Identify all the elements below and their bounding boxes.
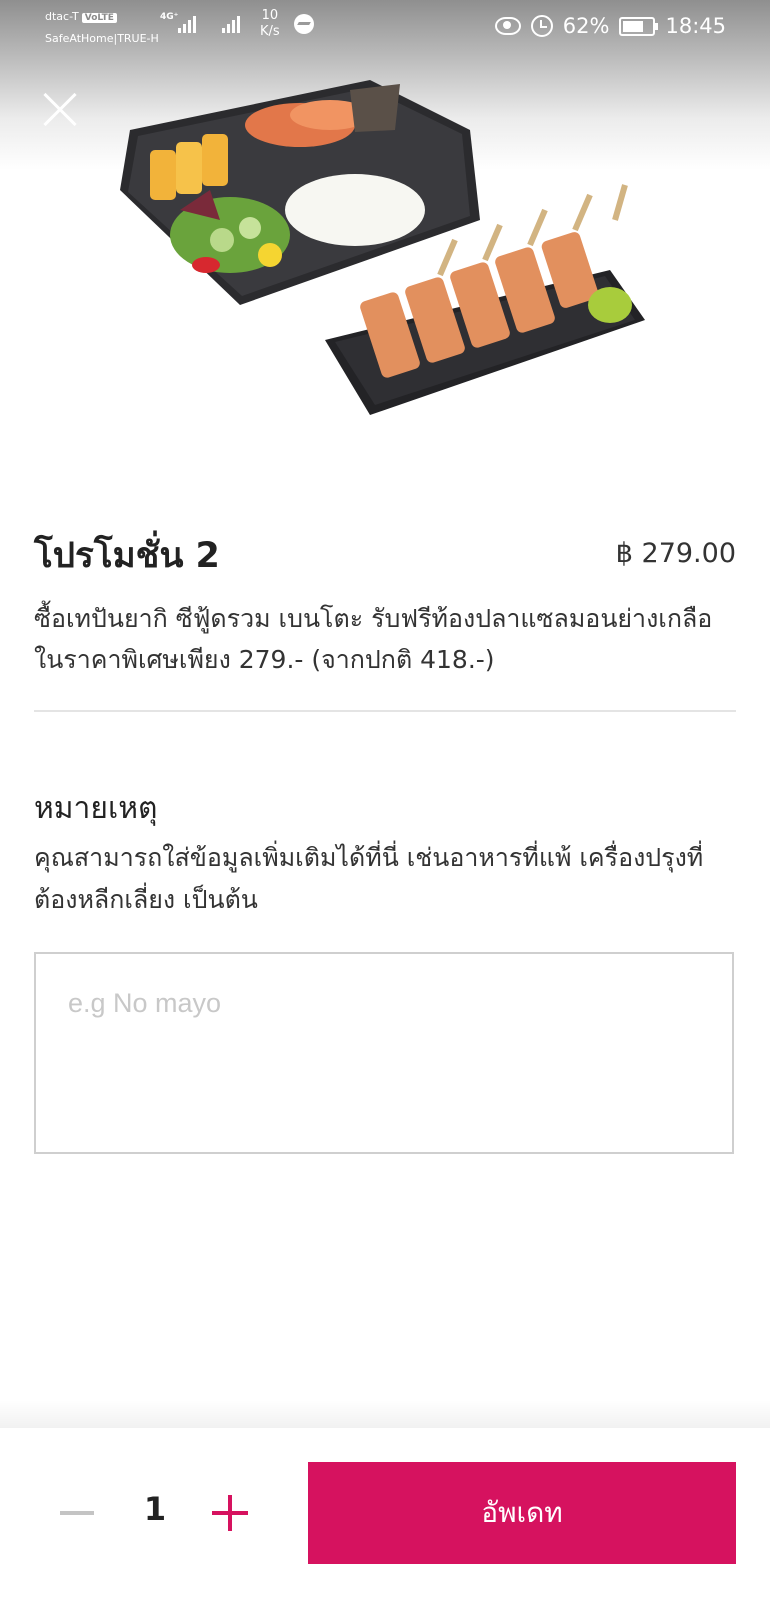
product-description: ซื้อเทปันยากิ ซีฟู้ดรวม เบนโตะ รับฟรีท้อ… — [34, 604, 713, 674]
sub-carrier-label: SafeAtHome|TRUE-H — [45, 32, 159, 45]
divider — [34, 710, 736, 712]
note-field-wrap — [34, 952, 734, 1154]
product-image — [120, 80, 645, 415]
messenger-icon — [294, 14, 314, 34]
decrease-quantity-button[interactable] — [60, 1511, 94, 1515]
alarm-icon — [530, 15, 553, 37]
note-description: คุณสามารถใส่ข้อมูลเพิ่มเติมได้ที่นี่ เช่… — [34, 843, 704, 914]
update-button[interactable]: อัพเดท — [308, 1462, 736, 1564]
net-speed: 10 K/s — [260, 8, 280, 39]
status-bar: dtac-T VoLTE SafeAtHome|TRUE-H 4G⁺ 10 K/s… — [0, 0, 770, 56]
close-button[interactable] — [40, 90, 80, 130]
signal-icon — [178, 16, 196, 33]
note-input[interactable] — [34, 952, 734, 1154]
footer-shadow — [0, 1400, 770, 1430]
carrier-label: dtac-T VoLTE — [45, 10, 117, 25]
battery-percent: 62% — [562, 14, 610, 38]
battery-icon — [619, 16, 659, 36]
clock: 18:45 — [665, 14, 726, 38]
increase-quantity-button[interactable] — [212, 1495, 248, 1531]
product-title: โปรโมชั่น 2 — [34, 536, 220, 576]
network-type: 4G⁺ — [160, 12, 179, 22]
signal-icon-2 — [222, 16, 240, 33]
volte-badge: VoLTE — [81, 13, 117, 23]
note-title: หมายเหตุ — [34, 791, 158, 826]
eye-comfort-icon — [494, 17, 521, 35]
quantity-value: 1 — [143, 1490, 167, 1528]
product-price: ฿ 279.00 — [615, 538, 736, 569]
status-right: 62% 18:45 — [494, 14, 726, 38]
bento-box — [120, 80, 480, 305]
